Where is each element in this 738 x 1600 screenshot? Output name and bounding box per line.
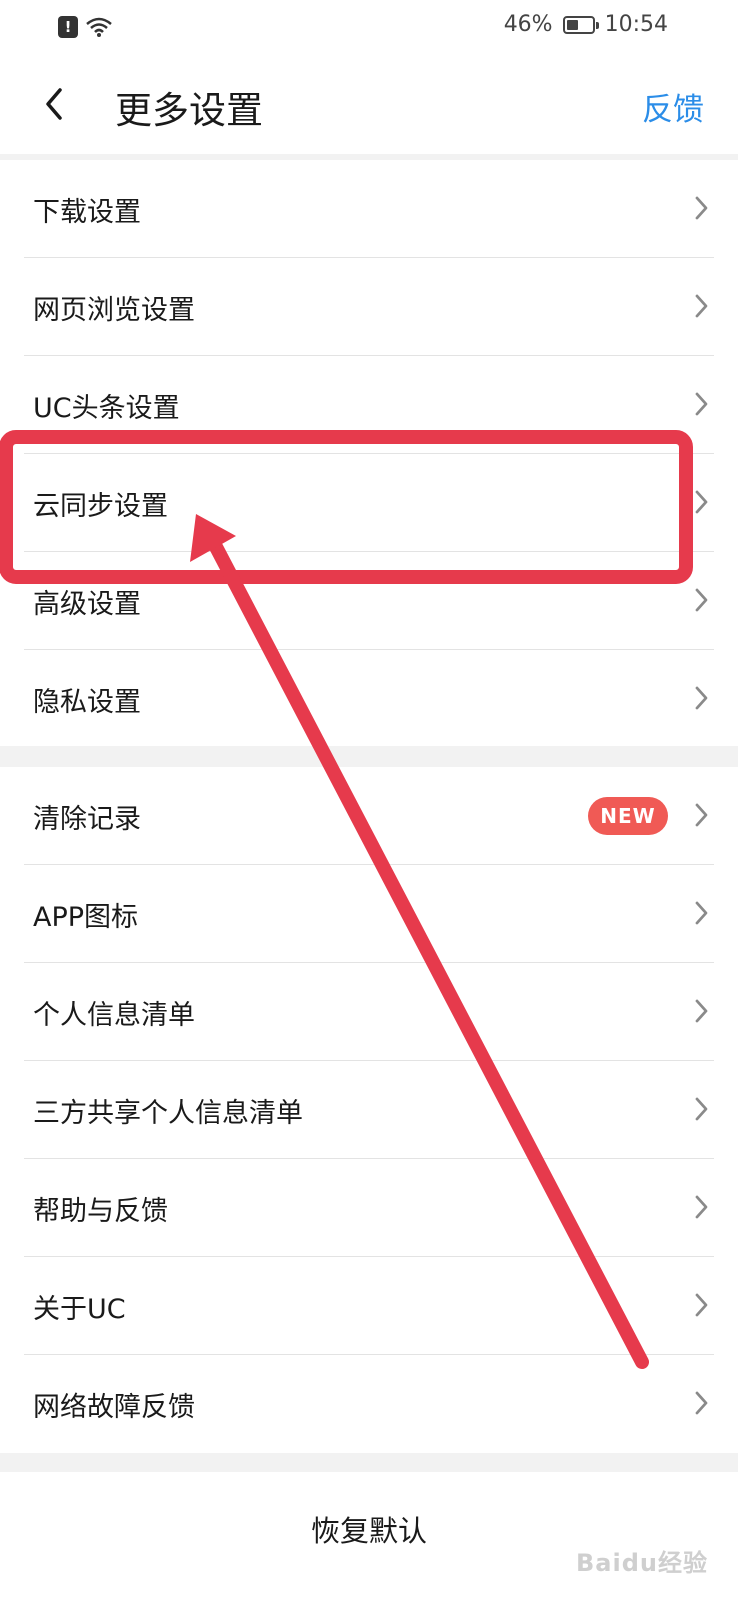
status-bar: ! 46% 10:54 xyxy=(0,0,738,56)
settings-group-2: 清除记录 NEW APP图标个人信息清单三方共享个人信息清单 帮助与反馈关于UC 网络故… xyxy=(0,767,738,1453)
settings-row[interactable]: 高级设置 xyxy=(0,552,738,650)
chevron-right-icon xyxy=(695,196,708,220)
settings-row[interactable]: UC头条设置 xyxy=(0,356,738,454)
alert-icon: ! xyxy=(58,16,78,38)
chevron-right-icon xyxy=(695,999,708,1023)
settings-row-label: 高级设置 xyxy=(33,589,141,620)
settings-row[interactable]: 云同步设置 xyxy=(0,454,738,552)
settings-row-label: APP图标 xyxy=(33,902,139,933)
chevron-right-icon xyxy=(695,294,708,318)
chevron-right-icon xyxy=(695,1195,708,1219)
settings-row-label: 下载设置 xyxy=(33,197,141,228)
chevron-right-icon xyxy=(695,803,708,827)
settings-row-label: 隐私设置 xyxy=(33,687,141,718)
status-right: 46% 10:54 xyxy=(504,12,668,37)
settings-row-label: UC头条设置 xyxy=(33,393,180,424)
battery-percent: 46% xyxy=(503,12,553,37)
settings-row[interactable]: 隐私设置 xyxy=(0,650,738,748)
settings-row[interactable]: APP图标 xyxy=(0,865,738,963)
settings-row-label: 三方共享个人信息清单 xyxy=(33,1098,303,1129)
settings-row-label: 清除记录 xyxy=(33,804,141,835)
settings-row-label: 个人信息清单 xyxy=(33,1000,195,1031)
settings-row-label: 云同步设置 xyxy=(33,491,168,522)
wifi-icon xyxy=(86,17,112,37)
settings-row[interactable]: 三方共享个人信息清单 xyxy=(0,1061,738,1159)
status-left: ! xyxy=(58,16,114,38)
chevron-right-icon xyxy=(695,392,708,416)
chevron-right-icon xyxy=(695,686,708,710)
settings-row[interactable]: 帮助与反馈 xyxy=(0,1159,738,1257)
chevron-right-icon xyxy=(695,1391,708,1415)
new-badge: NEW xyxy=(588,797,668,835)
settings-row[interactable]: 关于UC xyxy=(0,1257,738,1355)
back-icon[interactable] xyxy=(36,78,76,130)
page-title: 更多设置 xyxy=(115,89,263,132)
restore-section: 恢复默认 xyxy=(0,1472,738,1600)
feedback-button[interactable]: 反馈 xyxy=(642,84,704,129)
settings-row[interactable]: 清除记录 NEW xyxy=(0,767,738,865)
chevron-right-icon xyxy=(695,490,708,514)
settings-row-label: 网络故障反馈 xyxy=(33,1392,195,1423)
settings-row-label: 帮助与反馈 xyxy=(33,1196,168,1227)
app-header: 更多设置 反馈 xyxy=(0,56,738,154)
settings-row[interactable]: 网页浏览设置 xyxy=(0,258,738,356)
settings-row[interactable]: 个人信息清单 xyxy=(0,963,738,1061)
settings-group-1: 下载设置网页浏览设置 UC头条设置 云同步设置高级设置隐私设置 xyxy=(0,160,738,746)
settings-row-label: 关于UC xyxy=(33,1294,126,1325)
settings-row[interactable]: 网络故障反馈 xyxy=(0,1355,738,1453)
chevron-right-icon xyxy=(695,588,708,612)
chevron-right-icon xyxy=(695,1097,708,1121)
chevron-right-icon xyxy=(695,1293,708,1317)
battery-icon xyxy=(562,15,599,34)
watermark: Baidu经验 xyxy=(576,1549,708,1577)
clock: 10:54 xyxy=(604,12,668,37)
settings-row[interactable]: 下载设置 xyxy=(0,160,738,258)
chevron-right-icon xyxy=(695,901,708,925)
settings-row-label: 网页浏览设置 xyxy=(33,295,195,326)
